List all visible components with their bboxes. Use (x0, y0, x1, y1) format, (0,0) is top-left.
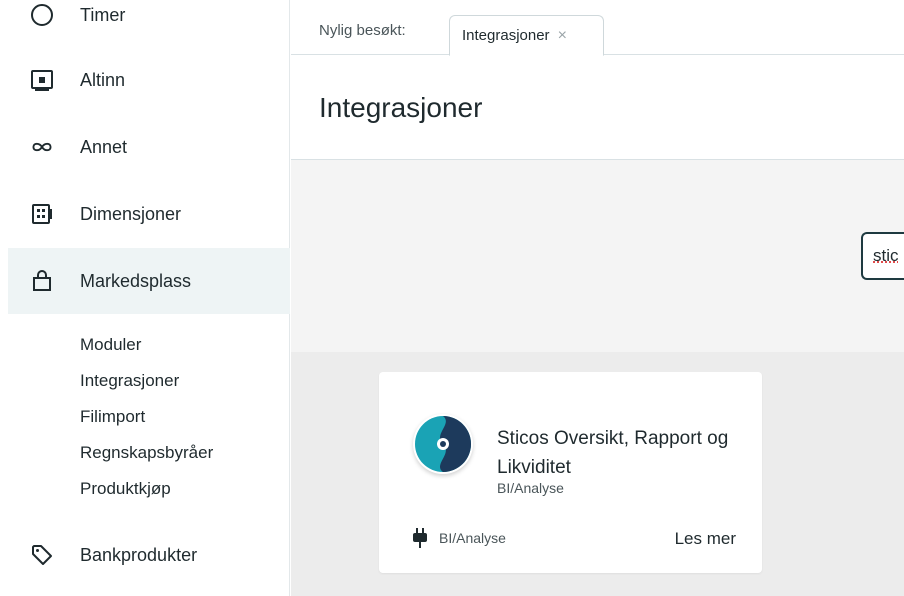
tag-icon (30, 543, 54, 567)
sidebar-item-label: Markedsplass (80, 270, 192, 291)
sidebar-item-label: Dimensjoner (80, 203, 182, 224)
card-subtitle: BI/Analyse (497, 480, 564, 496)
sidebar-item-markedsplass[interactable]: Markedsplass (8, 248, 290, 314)
integration-card[interactable]: Sticos Oversikt, Rapport og Likviditet B… (379, 372, 762, 573)
tab-label: Integrasjoner (462, 27, 550, 44)
search-area (291, 160, 904, 352)
marketplace-submenu: Moduler Integrasjoner Filimport Regnskap… (80, 333, 213, 513)
clock-icon (30, 3, 54, 27)
sidebar-item-altinn[interactable]: Altinn (8, 47, 290, 113)
card-category: BI/Analyse (413, 528, 506, 548)
sidebar-item-label: Annet (80, 136, 128, 157)
shopping-bag-icon (30, 269, 54, 293)
submenu-item-produktkjop[interactable]: Produktkjøp (80, 477, 213, 513)
dimensions-icon (30, 202, 54, 226)
sidebar: Timer Altinn Annet Dimensjoner Markedspl… (0, 0, 290, 596)
altinn-icon (30, 68, 54, 92)
sticos-logo (413, 414, 473, 474)
results-area: Sticos Oversikt, Rapport og Likviditet B… (291, 352, 904, 596)
sidebar-item-label: Altinn (80, 69, 126, 90)
sidebar-item-label: Timer (80, 4, 126, 25)
sidebar-item-timer[interactable]: Timer (8, 0, 290, 48)
card-category-label: BI/Analyse (439, 530, 506, 546)
submenu-item-integrasjoner[interactable]: Integrasjoner (80, 369, 213, 405)
sidebar-item-label: Bankprodukter (80, 544, 198, 565)
sidebar-item-dimensjoner[interactable]: Dimensjoner (8, 181, 290, 247)
recent-tabs-bar: Nylig besøkt: Integrasjoner × (291, 0, 904, 56)
submenu-item-regnskapsbyraer[interactable]: Regnskapsbyråer (80, 441, 213, 477)
recent-visited-label: Nylig besøkt: (319, 22, 406, 39)
sidebar-item-bankprodukter[interactable]: Bankprodukter (8, 522, 290, 588)
card-title: Sticos Oversikt, Rapport og Likviditet (497, 428, 729, 478)
plug-icon (413, 528, 427, 548)
page-header: Integrasjoner (291, 56, 904, 160)
infinity-icon (30, 135, 54, 159)
search-input[interactable] (861, 232, 904, 280)
submenu-item-moduler[interactable]: Moduler (80, 333, 213, 369)
tab-integrasjoner[interactable]: Integrasjoner × (449, 15, 604, 56)
submenu-item-filimport[interactable]: Filimport (80, 405, 213, 441)
sidebar-item-annet[interactable]: Annet (8, 114, 290, 180)
read-more-link[interactable]: Les mer (675, 529, 736, 549)
page-title: Integrasjoner (319, 92, 483, 123)
close-icon[interactable]: × (558, 27, 567, 45)
main-content: Nylig besøkt: Integrasjoner × Integrasjo… (291, 0, 904, 596)
